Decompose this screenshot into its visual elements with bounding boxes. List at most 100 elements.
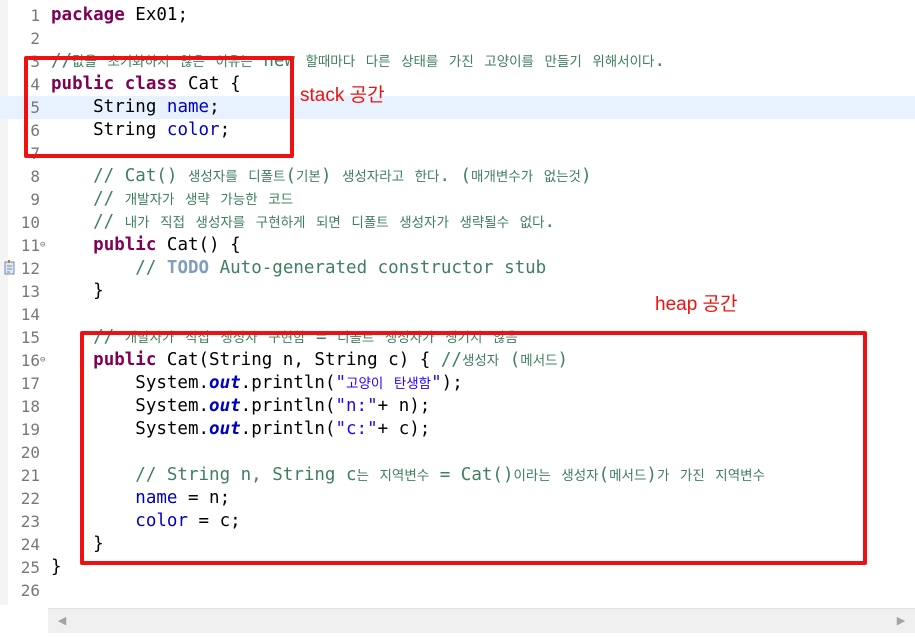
code-line[interactable]: 3 //값을 초기화하지 않은 이유는 new 할때마다 다른 상태를 가진 고양… xyxy=(0,50,915,73)
code-line[interactable]: 17 System.out.println("고양이 탄생함"); xyxy=(0,372,915,395)
arrow-right-icon[interactable]: ▶ xyxy=(895,614,907,628)
code-line[interactable]: 6 String color; xyxy=(0,119,915,142)
code-text: // String n, String c는 지역변수 = Cat()이라는 생… xyxy=(51,464,765,488)
line-number: 13 xyxy=(20,282,40,301)
code-token: System. xyxy=(51,396,210,416)
code-editor[interactable]: 1 package Ex01; 2 3 //값을 초기화하지 않은 이유는 new 할때… xyxy=(0,0,915,605)
code-line[interactable]: 26 xyxy=(0,579,915,602)
code-line[interactable]: 16 ⊖ public Cat(String n, String c) { //생… xyxy=(0,349,915,372)
code-token: out xyxy=(209,396,241,416)
line-number: 10 xyxy=(20,213,40,232)
code-line[interactable]: 12 // TODO Auto-generated constructor st… xyxy=(0,257,915,280)
code-text: //값을 초기화하지 않은 이유는 new 할때마다 다른 상태를 가진 고양이… xyxy=(51,50,665,74)
code-token: .println( xyxy=(240,373,336,393)
code-token: //값을 초기화하지 않은 이유는 new 할때마다 다른 상태를 가진 고양이… xyxy=(51,51,665,71)
line-number: 12 xyxy=(20,259,40,278)
code-text: public Cat(String n, String c) { //생성자 (… xyxy=(51,349,568,373)
task-marker-icon[interactable] xyxy=(4,260,16,275)
code-token: = c; xyxy=(187,511,241,531)
code-line[interactable]: 1 package Ex01; xyxy=(0,4,915,27)
code-token: public xyxy=(93,235,157,255)
code-token: public xyxy=(93,350,157,370)
code-line[interactable]: 13 } xyxy=(0,280,915,303)
gutter-footer xyxy=(0,605,48,642)
code-line[interactable]: 21 // String n, String c는 지역변수 = Cat()이라… xyxy=(0,464,915,487)
code-line[interactable]: 23 color = c; xyxy=(0,510,915,533)
code-token: // 개발자가 직접 생성자 구현함 = 디폴트 생성자가 생기지 않음 xyxy=(51,327,518,347)
code-token: color xyxy=(166,120,220,140)
collapse-circle-icon[interactable]: ⊖ xyxy=(40,241,45,250)
code-token: String xyxy=(51,97,167,117)
line-number: 25 xyxy=(20,558,40,577)
code-text: } xyxy=(51,533,104,556)
code-text: System.out.println("c:"+ c); xyxy=(51,418,430,441)
heap-annotation: heap 공간 xyxy=(655,294,738,315)
code-line[interactable]: 11 ⊖ public Cat() { xyxy=(0,234,915,257)
code-token: } xyxy=(51,534,104,554)
code-line[interactable]: 22 name = n; xyxy=(0,487,915,510)
line-number: 22 xyxy=(20,489,40,508)
line-number: 26 xyxy=(20,581,40,600)
code-text: // Cat() 생성자를 디폴트(기본) 생성자라고 한다. (매개변수가 없… xyxy=(51,165,592,189)
code-line[interactable]: 15 // 개발자가 직접 생성자 구현함 = 디폴트 생성자가 생기지 않음 xyxy=(0,326,915,349)
code-line[interactable]: 9 // 개발자가 생략 가능한 코드 xyxy=(0,188,915,211)
code-line[interactable]: 8 // Cat() 생성자를 디폴트(기본) 생성자라고 한다. (매개변수가… xyxy=(0,165,915,188)
code-token: // 내가 직접 생성자를 구현하게 되면 디폴트 생성자가 생략될수 없다. xyxy=(51,212,556,232)
code-token: System. xyxy=(51,419,210,439)
code-token: .println( xyxy=(240,396,336,416)
code-token: // xyxy=(51,258,167,278)
code-token: Cat(String n, String c) { xyxy=(156,350,441,370)
code-token: Cat() { xyxy=(156,235,241,255)
line-number: 9 xyxy=(30,190,40,209)
code-token: .println( xyxy=(240,419,336,439)
code-token: // Cat() 생성자를 디폴트(기본) 생성자라고 한다. (매개변수가 없… xyxy=(51,166,592,186)
code-text: name = n; xyxy=(51,487,230,510)
code-token: "c:" xyxy=(335,419,378,439)
code-line[interactable]: 5 String name; xyxy=(0,96,915,119)
code-text: System.out.println("고양이 탄생함"); xyxy=(51,372,463,396)
code-text: String color; xyxy=(51,119,230,142)
code-text: // 개발자가 직접 생성자 구현함 = 디폴트 생성자가 생기지 않음 xyxy=(51,326,518,350)
code-line[interactable]: 4 public class Cat { xyxy=(0,73,915,96)
code-line[interactable]: 14 xyxy=(0,303,915,326)
collapse-circle-icon[interactable]: ⊖ xyxy=(40,356,45,365)
code-token: color xyxy=(135,511,188,531)
code-line[interactable]: 18 System.out.println("n:"+ n); xyxy=(0,395,915,418)
code-text: } xyxy=(51,556,62,579)
code-text: // 개발자가 생략 가능한 코드 xyxy=(51,188,293,212)
arrow-left-icon[interactable]: ◀ xyxy=(56,614,68,628)
code-token: TODO xyxy=(166,258,210,278)
code-token: out xyxy=(209,419,241,439)
code-text: System.out.println("n:"+ n); xyxy=(51,395,430,418)
code-token: "n:" xyxy=(335,396,378,416)
code-token: name xyxy=(135,488,178,508)
horizontal-scrollbar[interactable]: ◀ ▶ xyxy=(48,608,915,633)
code-token: Cat { xyxy=(177,74,241,94)
line-number: 4 xyxy=(30,75,40,94)
code-line[interactable]: 19 System.out.println("c:"+ c); xyxy=(0,418,915,441)
code-lines: 1 package Ex01; 2 3 //값을 초기화하지 않은 이유는 new 할때… xyxy=(0,4,915,602)
code-line[interactable]: 24 } xyxy=(0,533,915,556)
code-token: out xyxy=(209,373,241,393)
code-token: //생성자 (메서드) xyxy=(440,350,569,370)
code-token: ); xyxy=(441,373,463,393)
line-number: 6 xyxy=(30,121,40,140)
line-number: 20 xyxy=(20,443,40,462)
code-line[interactable]: 20 xyxy=(0,441,915,464)
code-text: } xyxy=(51,280,104,303)
code-text: package Ex01; xyxy=(51,4,188,27)
code-token: name xyxy=(166,97,210,117)
code-line[interactable]: 10 // 내가 직접 생성자를 구현하게 되면 디폴트 생성자가 생략될수 없… xyxy=(0,211,915,234)
code-line[interactable]: 2 xyxy=(0,27,915,50)
code-token: ; xyxy=(209,97,220,117)
line-number: 17 xyxy=(20,374,40,393)
code-token: "고양이 탄생함" xyxy=(335,373,442,393)
code-line[interactable]: 7 xyxy=(0,142,915,165)
line-number: 3 xyxy=(30,52,40,71)
code-text: // 내가 직접 생성자를 구현하게 되면 디폴트 생성자가 생략될수 없다. xyxy=(51,211,555,235)
line-number: 1 xyxy=(30,6,40,25)
code-line[interactable]: 25} xyxy=(0,556,915,579)
line-number: 14 xyxy=(20,305,40,324)
